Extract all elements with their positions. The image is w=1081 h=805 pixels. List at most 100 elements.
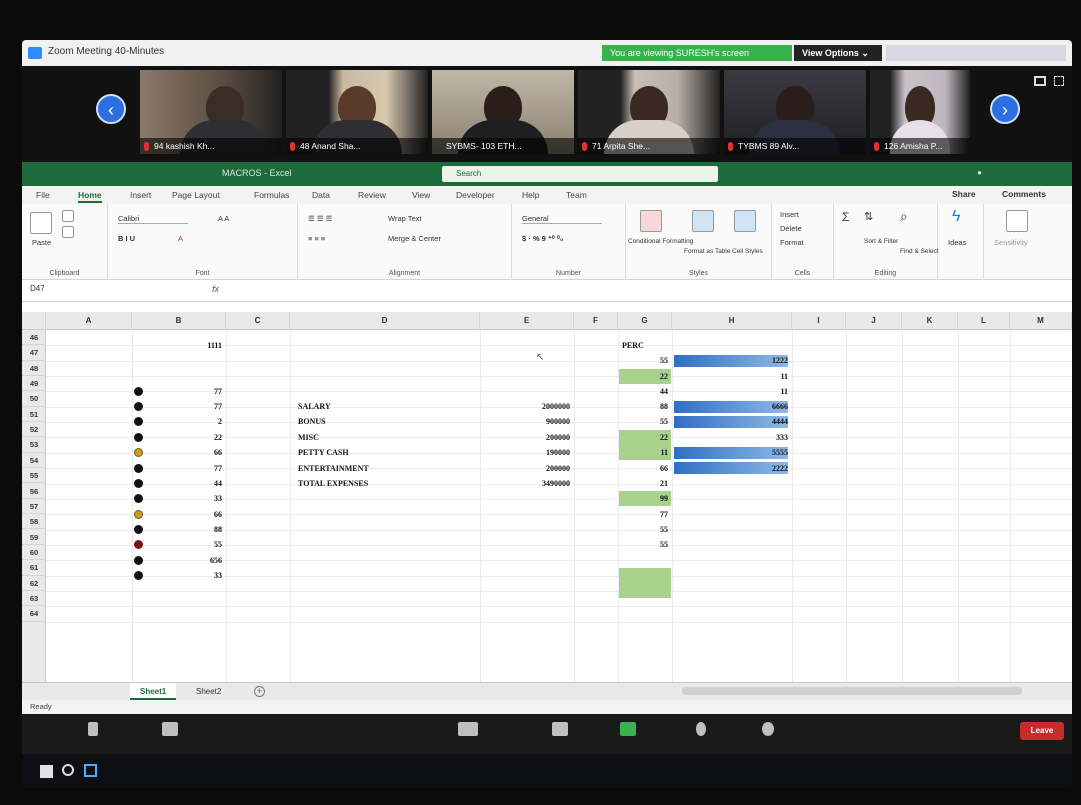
row-header[interactable]: 61 bbox=[22, 560, 46, 576]
cell-e[interactable]: 200000 bbox=[484, 430, 570, 445]
fullscreen-icon[interactable] bbox=[1054, 76, 1064, 86]
autosum-icon[interactable]: Σ bbox=[842, 210, 849, 224]
paste-icon[interactable] bbox=[30, 212, 52, 234]
cell-g[interactable]: 22 bbox=[620, 369, 668, 384]
cell-d[interactable]: SALARY bbox=[298, 399, 478, 414]
align-icons[interactable]: ☰ ☰ ☰ bbox=[308, 214, 332, 223]
video-icon[interactable] bbox=[162, 722, 178, 736]
worksheet-grid[interactable]: A B C D E F G H I J K L M 46 47 48 49 50 51 52… bbox=[22, 302, 1072, 682]
tab-formulas[interactable]: Formulas bbox=[254, 190, 289, 200]
cell-d[interactable]: MISC bbox=[298, 430, 478, 445]
cell-e[interactable]: 200000 bbox=[484, 461, 570, 476]
cell-g[interactable]: 21 bbox=[620, 476, 668, 491]
cell-b[interactable]: 77 bbox=[172, 461, 222, 476]
column-header[interactable]: I bbox=[792, 312, 846, 330]
cell-b[interactable]: 88 bbox=[172, 522, 222, 537]
cell-e[interactable]: 3490000 bbox=[484, 476, 570, 491]
participant-tile[interactable]: 71 Arpita She... bbox=[578, 70, 720, 154]
share-button[interactable]: Share bbox=[952, 189, 976, 199]
format-as-table-icon[interactable] bbox=[692, 210, 714, 232]
cell-g[interactable]: 55 bbox=[620, 414, 668, 429]
chat-icon[interactable] bbox=[552, 722, 568, 736]
number-format-select[interactable]: General bbox=[522, 214, 602, 224]
taskbar-search-icon[interactable] bbox=[62, 764, 74, 776]
cell-g[interactable]: 44 bbox=[620, 384, 668, 399]
windows-start-icon[interactable] bbox=[40, 765, 53, 778]
column-header[interactable]: A bbox=[46, 312, 132, 330]
sheet-tab-sheet1[interactable]: Sheet1 bbox=[130, 683, 177, 700]
row-header[interactable]: 60 bbox=[22, 545, 46, 561]
cell-h[interactable]: 2222 bbox=[674, 461, 788, 476]
row-header[interactable]: 54 bbox=[22, 453, 46, 469]
copy-icon[interactable] bbox=[62, 226, 74, 238]
cell-b[interactable]: 2 bbox=[172, 414, 222, 429]
tab-view[interactable]: View bbox=[412, 190, 430, 200]
cell-b[interactable]: 77 bbox=[172, 384, 222, 399]
comments-button[interactable]: Comments bbox=[1002, 189, 1046, 199]
reactions-icon[interactable] bbox=[762, 722, 774, 736]
tab-page-layout[interactable]: Page Layout bbox=[172, 190, 220, 200]
row-header[interactable]: 51 bbox=[22, 407, 46, 423]
tab-review[interactable]: Review bbox=[358, 190, 386, 200]
participant-tile[interactable]: 48 Anand Sha... bbox=[286, 70, 428, 154]
cell-g[interactable]: 11 bbox=[620, 445, 668, 460]
cell-d[interactable]: TOTAL EXPENSES bbox=[298, 476, 478, 491]
cell-b46[interactable]: 1111 bbox=[172, 338, 222, 353]
font-color-icon[interactable]: A bbox=[178, 234, 183, 243]
column-header[interactable]: J bbox=[846, 312, 902, 330]
cell-g[interactable]: 55 bbox=[620, 522, 668, 537]
row-header[interactable]: 53 bbox=[22, 437, 46, 453]
cell-b[interactable]: 66 bbox=[172, 507, 222, 522]
column-header[interactable]: C bbox=[226, 312, 290, 330]
share-screen-icon[interactable] bbox=[620, 722, 636, 736]
cell-h[interactable]: 11 bbox=[674, 369, 788, 384]
row-header[interactable]: 46 bbox=[22, 330, 46, 346]
cell-h[interactable]: 6666 bbox=[674, 399, 788, 414]
cell-g[interactable]: 22 bbox=[620, 430, 668, 445]
tab-file[interactable]: File bbox=[36, 190, 50, 200]
cell-h[interactable]: 5555 bbox=[674, 445, 788, 460]
leave-button[interactable]: Leave bbox=[1020, 722, 1064, 740]
row-header[interactable]: 49 bbox=[22, 376, 46, 392]
row-header[interactable]: 63 bbox=[22, 591, 46, 607]
row-header[interactable]: 57 bbox=[22, 499, 46, 515]
participant-tile[interactable]: TYBMS 89 Alv... bbox=[724, 70, 866, 154]
merge-center-button[interactable]: Merge & Center bbox=[388, 234, 441, 243]
format-as-table-button[interactable]: Format as Table bbox=[684, 248, 730, 255]
cell-b[interactable]: 22 bbox=[172, 430, 222, 445]
sheet-tab-sheet2[interactable]: Sheet2 bbox=[186, 683, 231, 700]
cell-g[interactable]: 66 bbox=[620, 461, 668, 476]
select-all-corner[interactable] bbox=[22, 312, 46, 330]
conditional-formatting-button[interactable]: Conditional Formatting bbox=[628, 238, 693, 245]
row-header[interactable]: 47 bbox=[22, 345, 46, 361]
participant-tile[interactable]: 94 kashish Kh... bbox=[140, 70, 282, 154]
row-header[interactable]: 48 bbox=[22, 361, 46, 376]
column-header[interactable]: F bbox=[574, 312, 618, 330]
view-options-button[interactable]: View Options ⌄ bbox=[794, 45, 882, 61]
cell-h[interactable]: 1222 bbox=[674, 353, 788, 368]
format-cells-button[interactable]: Format bbox=[780, 238, 804, 247]
find-select-button[interactable]: Find & Select bbox=[900, 248, 939, 255]
column-header[interactable]: H bbox=[672, 312, 792, 330]
cell-b[interactable]: 656 bbox=[172, 553, 222, 568]
bold-italic-underline[interactable]: B I U bbox=[118, 234, 135, 243]
row-header[interactable]: 56 bbox=[22, 484, 46, 499]
ideas-button[interactable]: Ideas bbox=[948, 238, 966, 247]
column-header[interactable]: M bbox=[1010, 312, 1072, 330]
sensitivity-button[interactable]: Sensitivity bbox=[994, 238, 1028, 247]
name-box[interactable]: D47 bbox=[30, 284, 110, 298]
participant-tile[interactable]: 126 Amisha P... bbox=[870, 70, 970, 154]
cell-g46[interactable]: PERC bbox=[622, 338, 672, 353]
cell-b[interactable]: 33 bbox=[172, 568, 222, 583]
sensitivity-icon[interactable] bbox=[1006, 210, 1028, 232]
cell-g[interactable]: 55 bbox=[620, 353, 668, 368]
row-header[interactable]: 64 bbox=[22, 606, 46, 622]
participant-tile[interactable]: SYBMS- 103 ETH... bbox=[432, 70, 574, 154]
wrap-text-button[interactable]: Wrap Text bbox=[388, 214, 422, 223]
conditional-formatting-icon[interactable] bbox=[640, 210, 662, 232]
row-header[interactable]: 50 bbox=[22, 391, 46, 407]
next-page-arrow-icon[interactable]: › bbox=[990, 94, 1020, 124]
font-size-controls[interactable]: A A bbox=[218, 214, 229, 223]
insert-cells-button[interactable]: Insert bbox=[780, 210, 799, 219]
column-header[interactable]: L bbox=[958, 312, 1010, 330]
